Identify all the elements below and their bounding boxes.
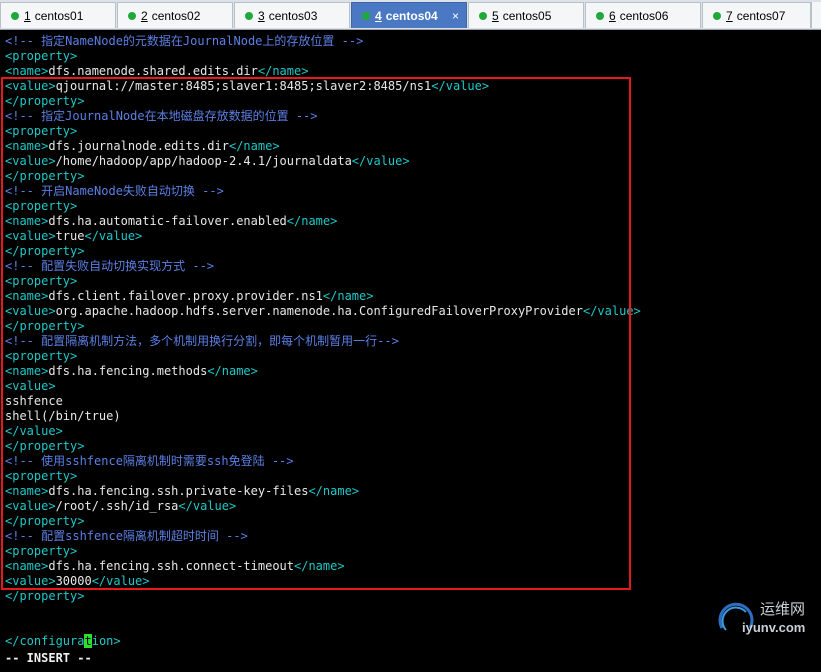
connection-status-icon (479, 11, 487, 20)
tab-centos06[interactable]: 6 centos06 (585, 2, 701, 28)
tab-number: 7 (726, 8, 733, 23)
tab-scroll-button[interactable] (811, 2, 821, 28)
tab-number: 4 (375, 8, 382, 23)
editor-line[interactable]: <!-- 指定NameNode的元数据在JournalNode上的存放位置 --… (5, 34, 363, 49)
tab-label: centos06 (619, 8, 669, 23)
connection-status-icon (596, 11, 604, 20)
xml-open-tag: <name> (5, 64, 49, 78)
tab-label: centos05 (502, 8, 552, 23)
tab-number: 2 (141, 8, 148, 23)
close-icon[interactable]: × (452, 9, 459, 23)
editor-line[interactable]: </property> (5, 589, 84, 604)
watermark-url-text: iyunv.com (742, 620, 806, 635)
connection-status-icon (362, 11, 370, 20)
editor-line[interactable]: </configuration> (5, 634, 121, 649)
tab-centos01[interactable]: 1 centos01 (0, 2, 116, 28)
tab-label: centos07 (736, 8, 786, 23)
site-watermark: 运维网 iyunv.com (712, 594, 821, 640)
connection-status-icon (128, 11, 136, 20)
tab-number: 5 (492, 8, 499, 23)
tab-number: 3 (258, 8, 265, 23)
text-cursor: t (84, 634, 92, 648)
vim-mode-status: -- INSERT -- (5, 651, 92, 665)
connection-status-icon (245, 11, 253, 20)
connection-status-icon (11, 11, 19, 20)
tab-centos04[interactable]: 4 centos04 × (351, 2, 467, 28)
tab-label: centos04 (385, 8, 438, 23)
xml-value: dfs.namenode.shared.edits.dir (48, 64, 258, 78)
tab-label: centos02 (151, 8, 201, 23)
connection-status-icon (713, 11, 721, 20)
watermark-cn-text: 运维网 (760, 600, 806, 618)
xml-close-tag: </configura (5, 634, 85, 648)
tab-centos07[interactable]: 7 centos07 (702, 2, 811, 28)
tab-label: centos03 (268, 8, 318, 23)
tab-centos03[interactable]: 3 centos03 (234, 2, 350, 28)
tab-centos02[interactable]: 2 centos02 (117, 2, 233, 28)
tab-centos05[interactable]: 5 centos05 (468, 2, 584, 28)
xml-close-tag: </name> (257, 64, 309, 78)
tab-number: 1 (24, 8, 31, 23)
editor-line[interactable]: <property> (5, 49, 77, 64)
highlight-annotation-box (1, 77, 631, 590)
xml-comment: <!-- 指定NameNode的元数据在JournalNode上的存放位置 --… (5, 34, 364, 48)
xml-close-tag: ion> (91, 634, 121, 648)
xml-tag: </property> (5, 589, 85, 603)
tab-number: 6 (609, 8, 616, 23)
xml-tag: <property> (5, 49, 78, 63)
tab-label: centos01 (34, 8, 84, 23)
tab-bar: 1 centos01 2 centos02 3 centos03 4 centos04 × 5 ce… (0, 0, 821, 30)
